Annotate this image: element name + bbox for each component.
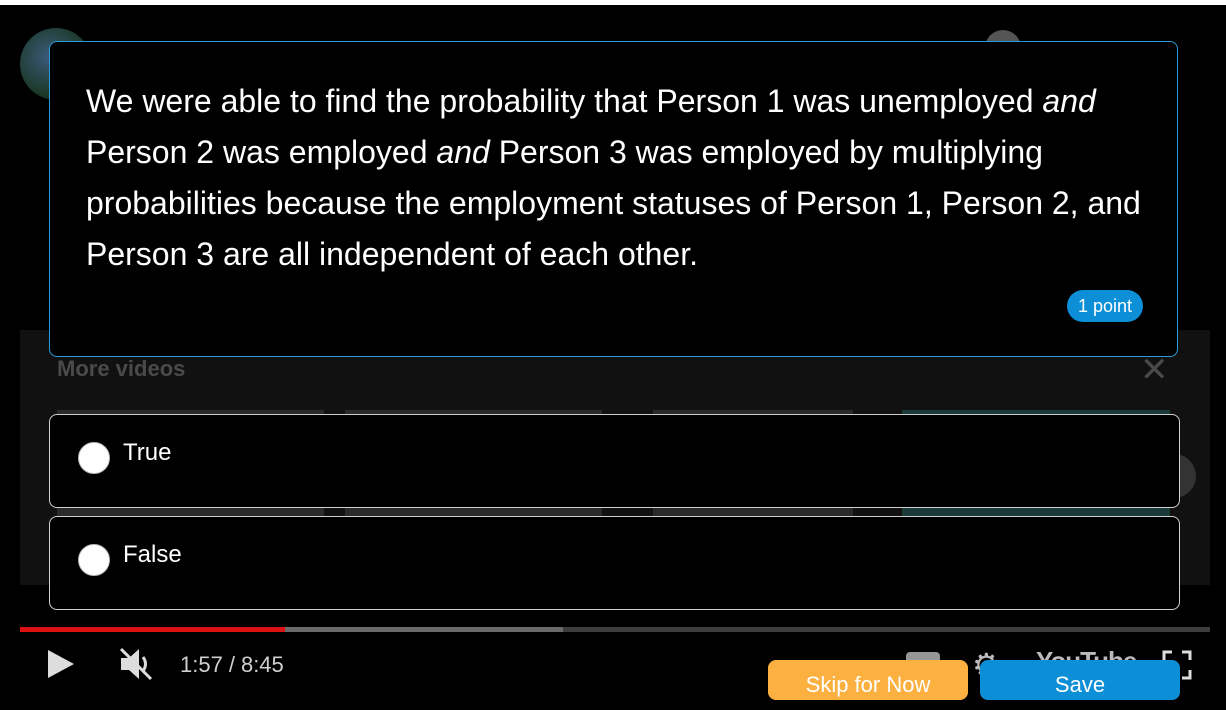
play-icon[interactable] [48,650,74,678]
save-button[interactable]: Save [980,660,1180,700]
duration: 8:45 [240,652,284,677]
question-text-part: We were able to find the probability tha… [86,83,1043,119]
answer-option-false[interactable]: False [49,516,1180,610]
time-separator: / [228,652,235,677]
answer-option-label: False [123,541,182,568]
question-text-part: Person 2 was employed [86,134,437,170]
time-display: 1:57/8:45 [180,652,284,678]
question-text-emphasis: and [1042,83,1096,119]
answer-option-true[interactable]: True [49,414,1180,508]
radio-button[interactable] [78,544,110,576]
question-text: We were able to find the probability tha… [86,76,1156,280]
points-badge: 1 point [1066,290,1143,322]
question-text-emphasis: and [436,134,490,170]
progress-bar[interactable] [20,627,1210,632]
skip-for-now-button[interactable]: Skip for Now [768,660,968,700]
top-edge [0,0,1226,5]
more-videos-title: More videos [57,356,186,381]
question-card: We were able to find the probability tha… [49,41,1178,357]
answer-option-label: True [123,439,172,466]
mute-icon[interactable] [117,646,155,682]
progress-played [20,627,286,632]
radio-button[interactable] [78,442,110,474]
current-time: 1:57 [180,652,223,677]
